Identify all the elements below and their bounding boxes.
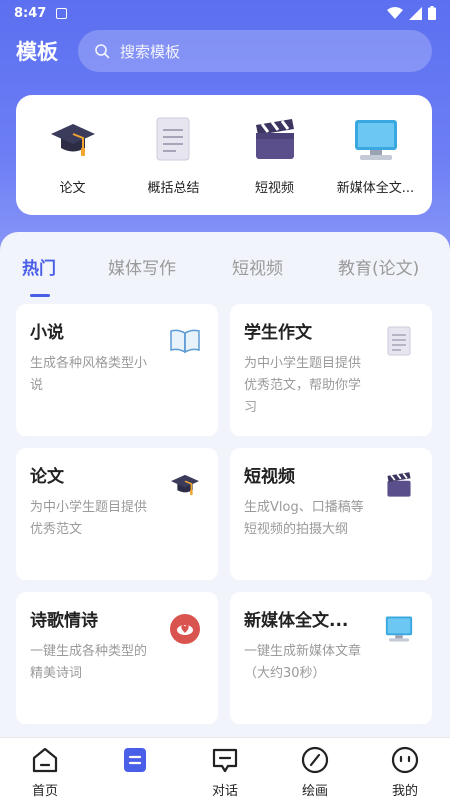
template-card-student-essay[interactable]: 学生作文 为中小学生题目提供优秀范文，帮助你学习 — [230, 304, 432, 436]
chat-icon — [211, 746, 239, 774]
monitor-icon — [351, 115, 401, 165]
document-icon — [149, 115, 199, 165]
document-icon — [382, 324, 416, 358]
nav-draw[interactable]: 绘画 — [275, 738, 355, 800]
quick-item-label: 概括总结 — [147, 180, 200, 196]
bottom-navigation: 首页 对话 绘画 我的 — [0, 737, 450, 800]
status-bar: 8:47 — [0, 0, 450, 26]
page-title: 模板 — [16, 40, 58, 64]
template-card-new-media[interactable]: 新媒体全文... 一键生成新媒体文章（大约30秒） — [230, 592, 432, 724]
tab-short-video[interactable]: 短视频 — [232, 254, 283, 279]
compass-icon — [301, 746, 329, 774]
signal-icon — [409, 6, 422, 20]
nav-home[interactable]: 首页 — [5, 738, 85, 800]
card-description: 一键生成新媒体文章（大约30秒） — [244, 644, 362, 681]
status-time: 8:47 — [14, 5, 47, 21]
quick-item-label: 论文 — [59, 180, 86, 196]
quick-item-label: 短视频 — [254, 180, 294, 196]
heart-badge-icon — [168, 612, 202, 646]
clapperboard-icon — [382, 468, 416, 502]
nav-label: 首页 — [31, 784, 58, 799]
template-icon — [121, 746, 149, 774]
nav-label: 对话 — [211, 784, 238, 799]
card-description: 生成各种风格类型小说 — [30, 356, 148, 393]
notification-icon — [56, 7, 68, 19]
nav-profile[interactable]: 我的 — [365, 738, 445, 800]
search-input[interactable]: 搜索模板 — [78, 30, 432, 72]
nav-templates[interactable] — [95, 738, 175, 800]
template-card-paper[interactable]: 论文 为中小学生题目提供优秀范文 — [16, 448, 218, 580]
category-tabs: 热门 媒体写作 短视频 教育(论文) — [0, 250, 450, 300]
battery-icon — [428, 6, 436, 20]
open-book-icon — [168, 324, 202, 358]
template-card-short-video[interactable]: 短视频 生成Vlog、口播稿等短视频的拍摄大纲 — [230, 448, 432, 580]
card-description: 为中小学生题目提供优秀范文 — [30, 500, 148, 537]
card-description: 生成Vlog、口播稿等短视频的拍摄大纲 — [244, 500, 364, 537]
monitor-icon — [382, 612, 416, 646]
tab-media-writing[interactable]: 媒体写作 — [108, 254, 176, 279]
quick-templates: 论文 概括总结 短视频 新媒体全文... — [16, 95, 432, 215]
home-icon — [31, 746, 59, 774]
template-card-novel[interactable]: 小说 生成各种风格类型小说 — [16, 304, 218, 436]
quick-item-label: 新媒体全文... — [336, 180, 415, 196]
search-icon — [95, 44, 110, 59]
template-card-poetry[interactable]: 诗歌情诗 一键生成各种类型的精美诗词 — [16, 592, 218, 724]
quick-item-summary[interactable]: 概括总结 — [126, 115, 222, 196]
quick-item-paper[interactable]: 论文 — [25, 115, 121, 196]
clapperboard-icon — [250, 115, 300, 165]
nav-label: 我的 — [391, 784, 418, 799]
search-placeholder: 搜索模板 — [120, 42, 181, 61]
card-description: 一键生成各种类型的精美诗词 — [30, 644, 148, 681]
quick-item-new-media[interactable]: 新媒体全文... — [328, 115, 424, 196]
profile-icon — [391, 746, 419, 774]
tab-hot[interactable]: 热门 — [22, 254, 56, 279]
graduation-cap-icon — [168, 468, 202, 502]
quick-item-short-video[interactable]: 短视频 — [227, 115, 323, 196]
graduation-cap-icon — [48, 115, 98, 165]
nav-chat[interactable]: 对话 — [185, 738, 265, 800]
card-description: 为中小学生题目提供优秀范文，帮助你学习 — [244, 356, 362, 415]
nav-label: 绘画 — [301, 784, 328, 799]
tab-indicator — [30, 294, 50, 297]
tab-education[interactable]: 教育(论文) — [338, 254, 419, 279]
wifi-icon — [387, 6, 403, 19]
templates-panel: 热门 媒体写作 短视频 教育(论文) 小说 生成各种风格类型小说 学生作文 为中… — [0, 232, 450, 737]
